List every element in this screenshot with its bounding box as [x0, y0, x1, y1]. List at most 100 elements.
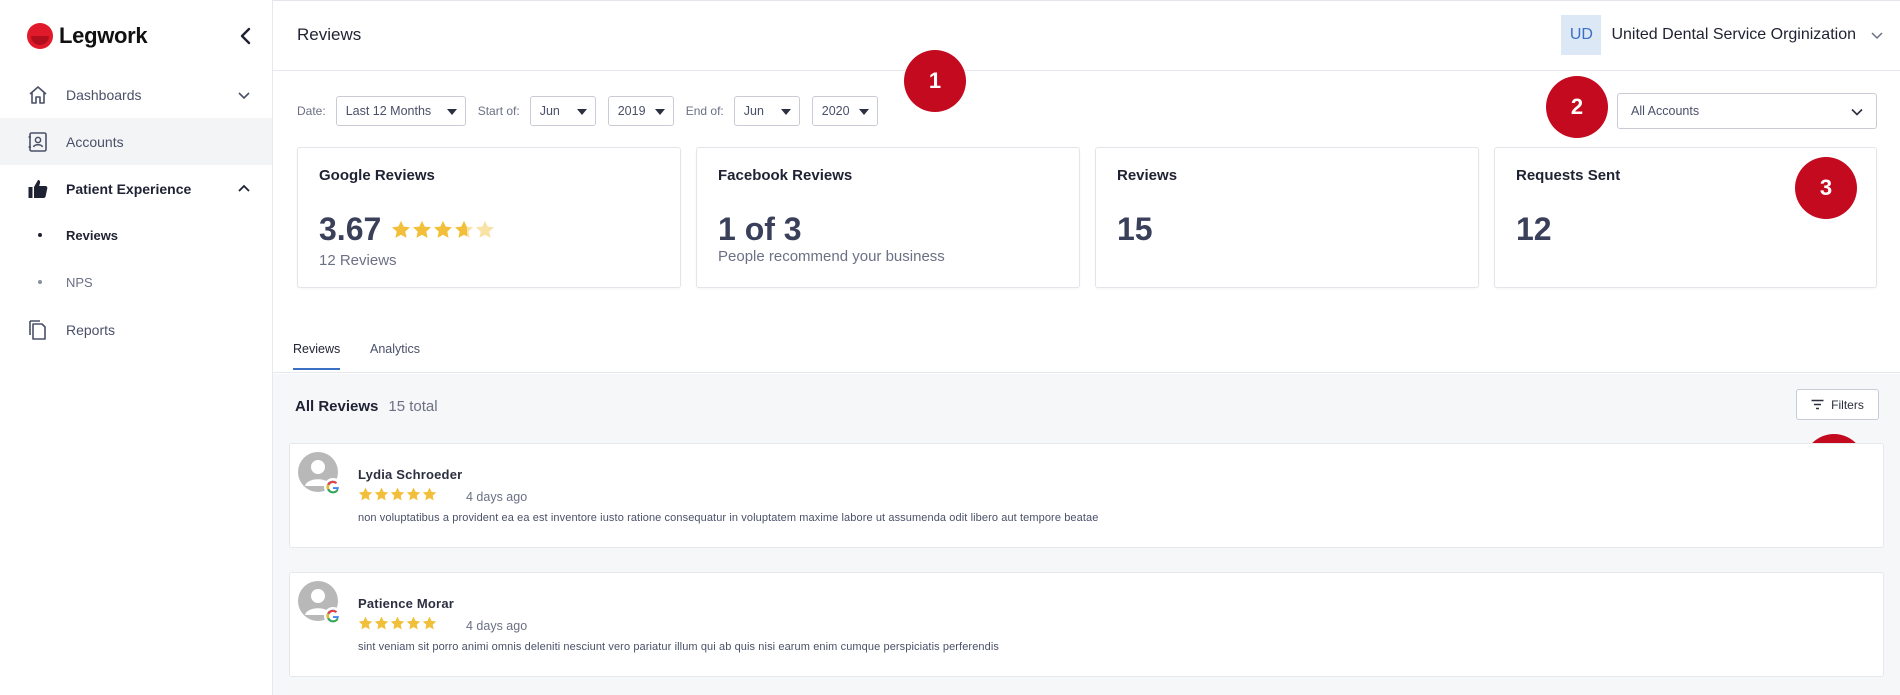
filters-button-label: Filters [1831, 397, 1864, 412]
review-text: non voluptatibus a provident ea ea est i… [358, 512, 1099, 524]
star-icon [476, 220, 494, 238]
thumbs-up-icon [28, 179, 48, 198]
start-label: Start of: [477, 104, 520, 118]
card-title: Google Reviews [319, 167, 435, 184]
annotation-badge-3: 3 [1795, 157, 1857, 219]
copy-icon [29, 319, 46, 340]
star-icon [406, 616, 421, 630]
star-icon [406, 487, 421, 501]
sidebar-item-label: Reports [66, 321, 116, 338]
sidebar-item-label: Patient Experience [66, 180, 192, 197]
rating-stars [358, 616, 437, 631]
star-icon [390, 487, 405, 501]
list-title: All Reviews [295, 398, 379, 415]
sidebar-item-label: Dashboards [66, 86, 142, 103]
filters-button[interactable]: Filters [1796, 389, 1879, 420]
date-range-value: Last 12 Months [345, 104, 432, 118]
star-icon [390, 616, 405, 630]
end-year-value: 2020 [821, 104, 850, 118]
facebook-reviews-card[interactable]: Facebook Reviews 1 of 3 People recommend… [696, 147, 1080, 288]
card-title: Requests Sent [1516, 167, 1621, 184]
start-year-select[interactable]: 2019 [607, 96, 674, 126]
date-filters: Date: Last 12 Months Start of: Jun 2019 … [297, 96, 878, 126]
annotation-badge-2: 2 [1546, 76, 1608, 138]
google-icon [324, 478, 342, 496]
sidebar-item-label: Reviews [66, 227, 119, 243]
sidebar-item-reports[interactable]: Reports [0, 306, 272, 353]
review-time: 4 days ago [466, 619, 528, 633]
google-reviews-card[interactable]: Google Reviews 3.67 12 Reviews [297, 147, 681, 288]
card-value: 12 [1516, 211, 1552, 247]
chevron-up-icon [238, 184, 250, 192]
sidebar-subitem-reviews[interactable]: Reviews [0, 215, 272, 255]
accounts-select-value: All Accounts [1631, 104, 1700, 118]
card-subtext: 12 Reviews [319, 252, 397, 269]
start-month-value: Jun [539, 104, 560, 118]
card-title: Reviews [1117, 167, 1178, 184]
logo[interactable]: Legwork [27, 23, 148, 49]
review-time: 4 days ago [466, 490, 528, 504]
sidebar-item-label: Accounts [66, 133, 124, 150]
star-icon [455, 220, 473, 238]
top-header: Reviews UD United Dental Service Orginiz… [273, 1, 1900, 71]
rating-stars [391, 220, 495, 240]
sidebar-subitem-nps[interactable]: NPS [0, 262, 272, 302]
review-card[interactable]: Patience Morar 4 days ago sint veniam si… [289, 572, 1884, 677]
review-card[interactable]: Lydia Schroeder 4 days ago non voluptati… [289, 443, 1884, 548]
star-icon [358, 487, 373, 501]
sidebar: Legwork Dashboards Accounts Patient Expe… [0, 0, 273, 695]
filter-icon [1811, 399, 1824, 410]
card-value: 15 [1117, 211, 1153, 247]
review-text: sint veniam sit porro animi omnis deleni… [358, 641, 999, 653]
collapse-sidebar-button[interactable] [236, 24, 256, 48]
org-avatar: UD [1561, 15, 1602, 55]
star-icon [434, 220, 452, 238]
legwork-logo-icon [27, 23, 53, 49]
star-icon [422, 487, 437, 501]
card-value: 1 of 3 [718, 211, 802, 247]
org-switcher[interactable]: UD United Dental Service Orginization [1561, 15, 1884, 55]
accounts-select[interactable]: All Accounts [1617, 93, 1877, 129]
sidebar-item-label: NPS [66, 274, 93, 290]
chevron-left-icon [240, 27, 251, 45]
end-month-select[interactable]: Jun [733, 96, 800, 126]
start-month-select[interactable]: Jun [529, 96, 596, 126]
reviews-count-card[interactable]: Reviews 15 [1095, 147, 1479, 288]
card-title: Facebook Reviews [718, 167, 853, 184]
reviews-list-header: All Reviews 15 total [295, 398, 438, 415]
star-icon [422, 616, 437, 630]
caret-down-icon [654, 109, 665, 115]
bullet-dot [38, 233, 42, 237]
date-range-select[interactable]: Last 12 Months [335, 96, 466, 126]
caret-down-icon [780, 109, 791, 115]
star-icon [392, 220, 410, 238]
card-subtext: People recommend your business [718, 248, 945, 265]
sidebar-item-accounts[interactable]: Accounts [0, 118, 272, 165]
tab-analytics[interactable]: Analytics [370, 342, 420, 368]
reviewer-name: Patience Morar [358, 596, 455, 611]
star-icon [374, 487, 389, 501]
org-name: United Dental Service Orginization [1611, 26, 1856, 43]
end-label: End of: [685, 104, 724, 118]
tab-bar: Reviews Analytics [273, 334, 1900, 373]
sidebar-item-patient-experience[interactable]: Patient Experience [0, 165, 272, 212]
page-title: Reviews [297, 25, 362, 44]
start-year-value: 2019 [617, 104, 646, 118]
card-value: 3.67 [319, 211, 382, 247]
star-icon [358, 616, 373, 630]
list-count: 15 total [388, 398, 438, 415]
sidebar-item-dashboards[interactable]: Dashboards [0, 71, 272, 118]
end-year-select[interactable]: 2020 [811, 96, 878, 126]
caret-down-icon [858, 109, 869, 115]
reviewer-name: Lydia Schroeder [358, 467, 463, 482]
caret-down-icon [576, 109, 587, 115]
end-month-value: Jun [743, 104, 764, 118]
chevron-down-icon [1871, 32, 1883, 40]
reviews-panel: All Reviews 15 total Filters 4 Lydia Sch… [273, 374, 1900, 695]
annotation-badge-1: 1 [904, 50, 966, 112]
star-icon [413, 220, 431, 238]
caret-down-icon [446, 109, 457, 115]
date-label: Date: [297, 104, 326, 118]
tab-reviews[interactable]: Reviews [293, 342, 341, 370]
chevron-down-icon [238, 91, 250, 99]
